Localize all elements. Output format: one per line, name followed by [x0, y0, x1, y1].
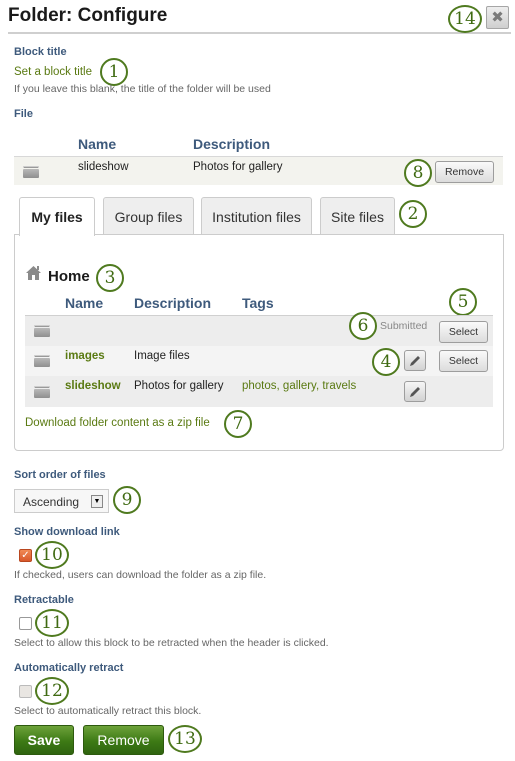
browser-row[interactable]: Submitted Select [25, 316, 493, 346]
file-label: File [14, 108, 33, 120]
browser-col-tags: Tags [242, 295, 274, 311]
callout-4: 4 [372, 348, 400, 376]
block-title-help: If you leave this blank, the title of th… [14, 83, 271, 95]
folder-description: Image files [134, 350, 190, 362]
callout-5: 5 [449, 288, 477, 316]
callout-11: 11 [35, 609, 69, 637]
callout-10: 10 [35, 541, 69, 569]
tab-group-files[interactable]: Group files [103, 197, 194, 235]
page-title: Folder: Configure [8, 5, 168, 26]
edit-button[interactable] [404, 350, 426, 371]
retractable-label: Retractable [14, 594, 74, 606]
home-icon [25, 265, 42, 283]
show-download-checkbox[interactable]: ✓ [19, 549, 32, 562]
remove-block-button[interactable]: Remove [83, 725, 164, 755]
retractable-help: Select to allow this block to be retract… [14, 637, 329, 649]
folder-tags[interactable]: photos, gallery, travels [242, 380, 356, 392]
selected-file-description: Photos for gallery [193, 161, 283, 173]
checkmark-icon: ✓ [21, 550, 30, 561]
callout-1: 1 [100, 58, 128, 86]
sort-order-label: Sort order of files [14, 469, 106, 481]
tab-institution-files[interactable]: Institution files [201, 197, 312, 235]
callout-12: 12 [35, 677, 69, 705]
remove-file-button[interactable]: Remove [435, 161, 494, 183]
auto-retract-help: Select to automatically retract this blo… [14, 705, 202, 717]
show-download-label: Show download link [14, 526, 120, 538]
select-button[interactable]: Select [439, 350, 488, 372]
callout-13: 13 [168, 725, 202, 753]
folder-icon [34, 386, 50, 398]
close-x-icon: ✖ [491, 9, 504, 26]
callout-3: 3 [96, 264, 124, 292]
sort-order-select[interactable]: Ascending ▼ [14, 489, 109, 513]
folder-name-link[interactable]: images [65, 350, 105, 362]
auto-retract-label: Automatically retract [14, 662, 124, 674]
browser-row[interactable]: slideshow Photos for gallery photos, gal… [25, 376, 493, 407]
tab-site-files[interactable]: Site files [320, 197, 395, 235]
pencil-icon [410, 355, 420, 366]
pencil-icon [410, 386, 420, 397]
set-block-title-link[interactable]: Set a block title [14, 66, 92, 78]
folder-description: Photos for gallery [134, 380, 224, 392]
sort-order-value: Ascending [23, 495, 80, 509]
close-button[interactable]: ✖ [486, 6, 509, 29]
edit-button[interactable] [404, 381, 426, 402]
callout-14: 14 [448, 5, 482, 33]
download-zip-link[interactable]: Download folder content as a zip file [25, 417, 210, 429]
file-col-name: Name [78, 136, 117, 152]
folder-icon [23, 166, 39, 178]
browser-row[interactable]: images Image files Select [25, 346, 493, 376]
dropdown-arrow-icon: ▼ [91, 495, 103, 508]
auto-retract-checkbox[interactable] [19, 685, 32, 698]
folder-icon [34, 355, 50, 367]
submitted-status: Submitted [380, 320, 428, 332]
callout-8: 8 [404, 159, 432, 187]
folder-name-link[interactable]: slideshow [65, 380, 121, 392]
header-divider [8, 32, 511, 34]
callout-7: 7 [224, 410, 252, 438]
browser-col-name: Name [65, 295, 104, 311]
folder-icon [34, 325, 50, 337]
block-title-label: Block title [14, 46, 67, 58]
callout-6: 6 [349, 312, 377, 340]
browser-col-description: Description [134, 295, 212, 311]
tab-my-files[interactable]: My files [19, 197, 95, 236]
retractable-checkbox[interactable] [19, 617, 32, 630]
callout-9: 9 [113, 486, 141, 514]
show-download-help: If checked, users can download the folde… [14, 569, 267, 581]
save-button[interactable]: Save [14, 725, 74, 755]
selected-file-name: slideshow [78, 161, 129, 173]
home-breadcrumb[interactable]: Home [48, 268, 90, 285]
callout-2: 2 [399, 200, 427, 228]
file-col-description: Description [193, 136, 271, 152]
select-button[interactable]: Select [439, 321, 488, 343]
